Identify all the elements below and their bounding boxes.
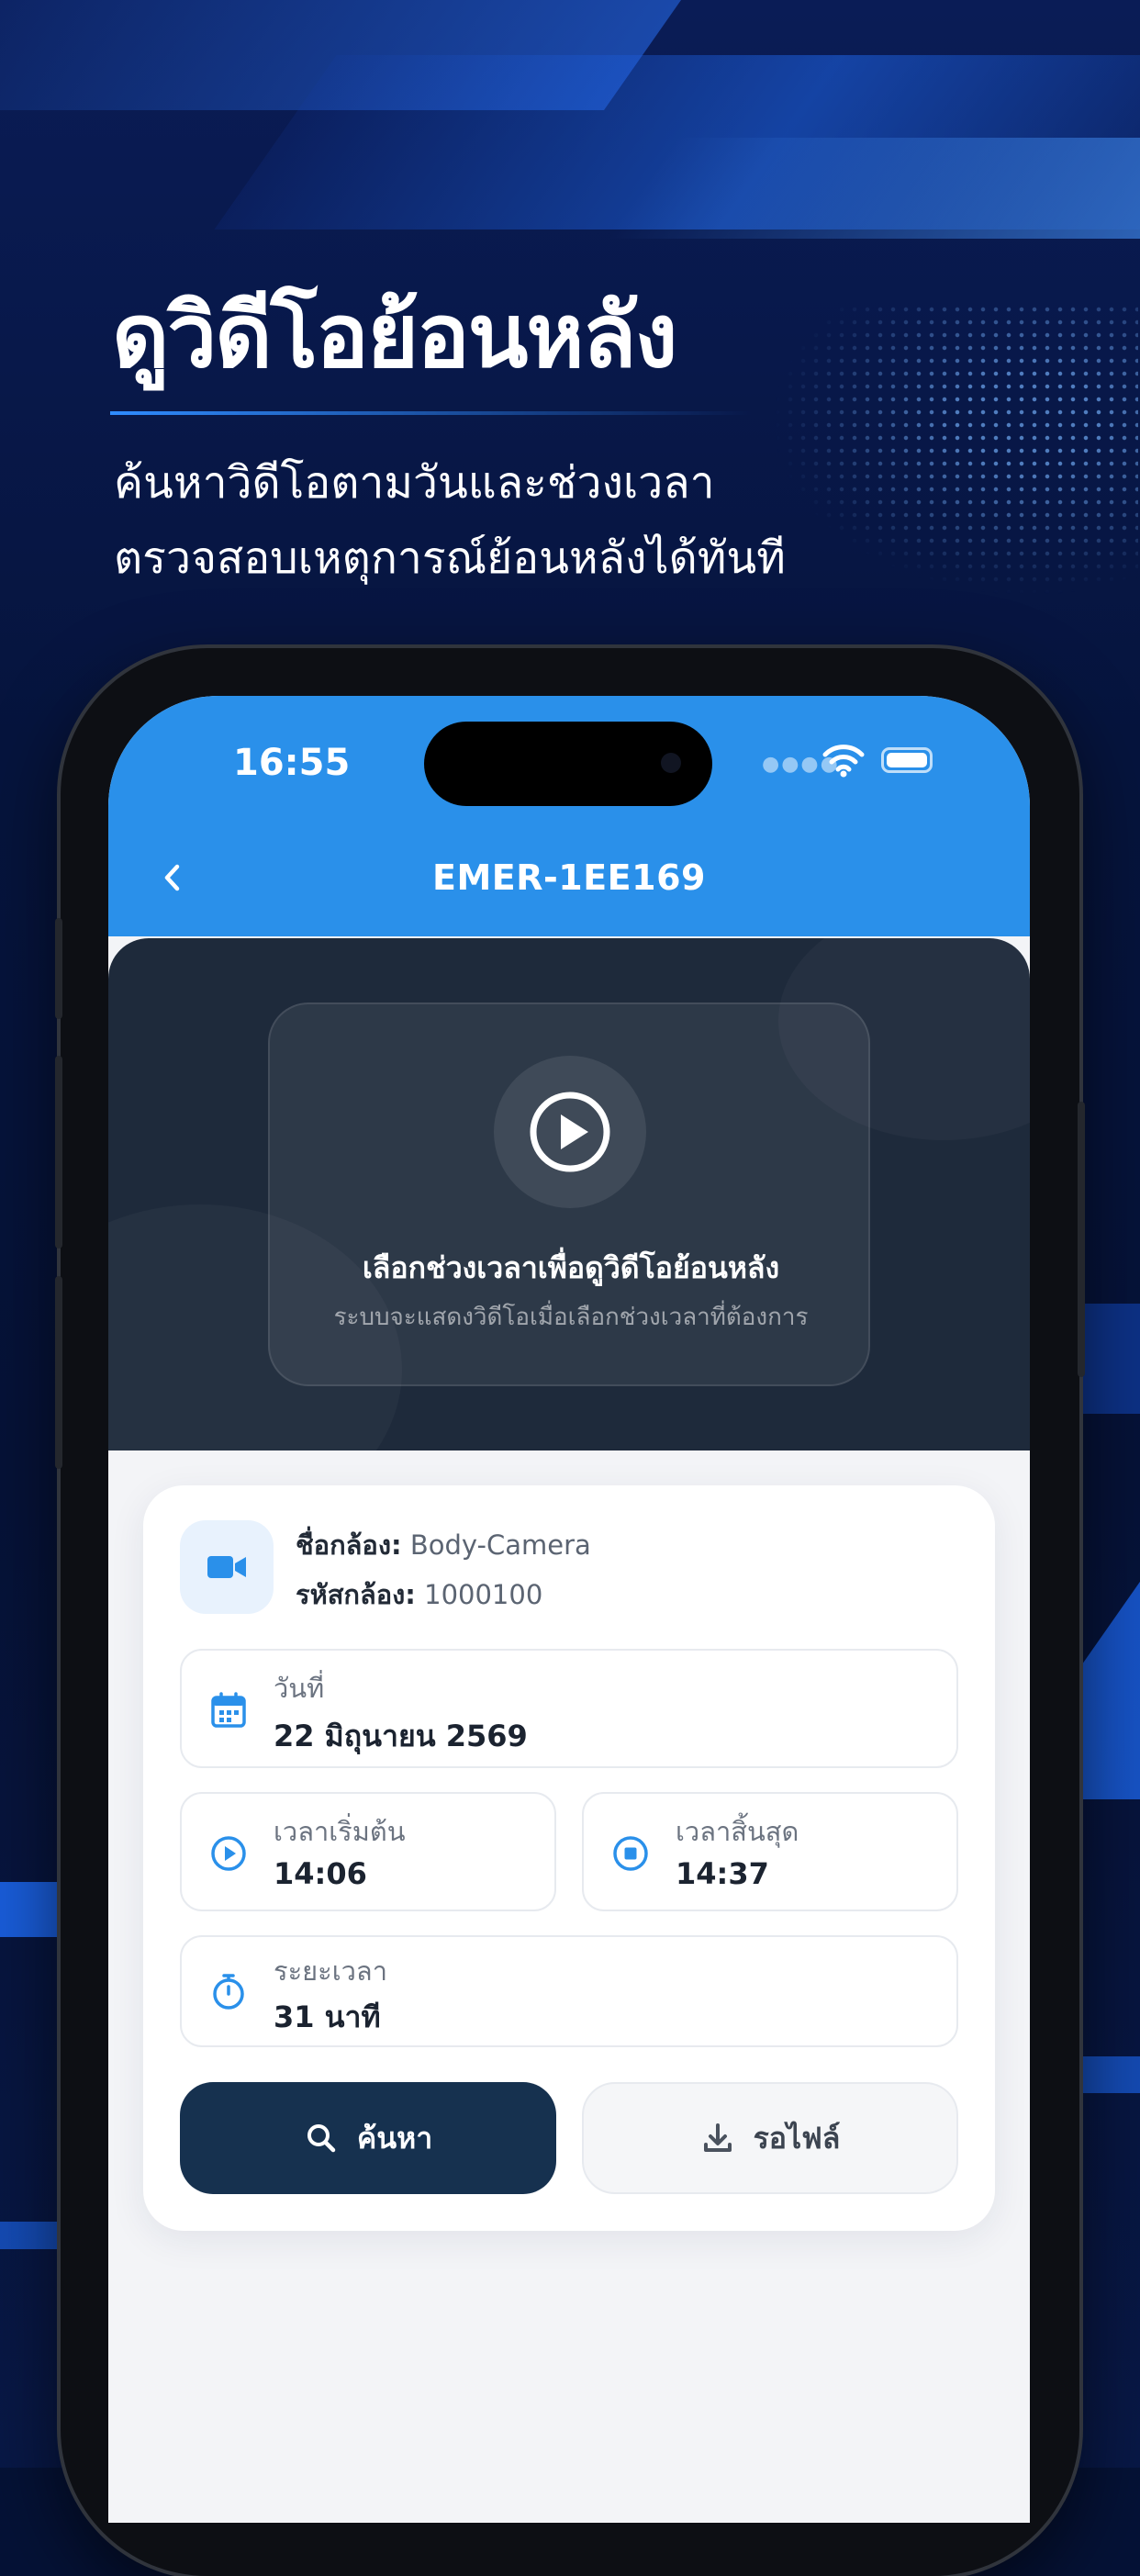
playback-form-card: ชื่อกล้อง: Body-Camera รหัสกล้อง: 100010… <box>143 1485 995 2231</box>
camera-id-value: 1000100 <box>424 1579 543 1610</box>
camera-icon-box <box>180 1520 274 1614</box>
search-button[interactable]: ค้นหา <box>180 2082 556 2194</box>
end-time-field[interactable]: เวลาสิ้นสุด 14:37 <box>582 1792 958 1911</box>
date-value: 22 มิถุนายน 2569 <box>274 1719 528 1753</box>
start-time-value: 14:06 <box>274 1856 367 1891</box>
camera-name-value: Body-Camera <box>409 1529 591 1561</box>
battery-icon <box>881 747 933 773</box>
player-title: เลือกช่วงเวลาเพื่อดูวิดีโอย้อนหลัง <box>362 1250 780 1285</box>
promo-headline: ดูวิดีโอย้อนหลัง <box>112 285 677 387</box>
end-time-label: เวลาสิ้นสุด <box>676 1816 799 1847</box>
promo-subline-2: ตรวจสอบเหตุการณ์ย้อนหลังได้ทันที <box>114 532 786 584</box>
wait-file-button-label: รอไฟล์ <box>753 2120 841 2156</box>
stopwatch-icon <box>213 1974 244 2010</box>
play-circle-icon <box>530 1092 610 1172</box>
date-field[interactable]: วันที่ 22 มิถุนายน 2569 <box>180 1649 958 1768</box>
camera-id-line: รหัสกล้อง: 1000100 <box>296 1574 542 1616</box>
phone-volume-down-button <box>55 1276 62 1469</box>
front-camera <box>661 753 681 773</box>
search-button-label: ค้นหา <box>356 2120 433 2156</box>
duration-value: 31 นาที <box>274 1999 381 2034</box>
phone-power-button <box>1078 1102 1085 1377</box>
player-subtitle: ระบบจะแสดงวิดีโอเมื่อเลือกช่วงเวลาที่ต้อ… <box>333 1304 809 1331</box>
stop-circle-icon <box>613 1836 648 1871</box>
phone-screen: 16:55 ●●●● EMER-1EE169 เลือกช่วงเวลาเพื่… <box>108 696 1030 2523</box>
app-bar: 16:55 ●●●● EMER-1EE169 <box>108 696 1030 936</box>
phone-action-button <box>55 918 62 1019</box>
date-label: วันที่ <box>274 1673 325 1704</box>
promo-subline-1: ค้นหาวิดีโอตามวันและช่วงเวลา <box>114 457 715 509</box>
video-placeholder-card: เลือกช่วงเวลาเพื่อดูวิดีโอย้อนหลัง ระบบจ… <box>268 1002 870 1386</box>
play-circle-icon <box>211 1836 246 1871</box>
video-camera-icon <box>207 1556 246 1578</box>
start-time-field[interactable]: เวลาเริ่มต้น 14:06 <box>180 1792 556 1911</box>
dot-pattern <box>771 303 1138 597</box>
camera-name-line: ชื่อกล้อง: Body-Camera <box>296 1524 591 1566</box>
video-player-area: เลือกช่วงเวลาเพื่อดูวิดีโอย้อนหลัง ระบบจ… <box>108 938 1030 1450</box>
duration-label: ระยะเวลา <box>274 1955 387 1987</box>
phone-volume-up-button <box>55 1056 62 1249</box>
wait-file-button[interactable]: รอไฟล์ <box>582 2082 958 2194</box>
light-streak <box>607 138 1140 239</box>
wifi-icon <box>822 745 865 778</box>
download-icon <box>703 2123 732 2152</box>
duration-field: ระยะเวลา 31 นาที <box>180 1935 958 2047</box>
camera-id-label: รหัสกล้อง: <box>296 1579 416 1610</box>
camera-name-label: ชื่อกล้อง: <box>296 1529 402 1561</box>
calendar-icon <box>211 1692 246 1728</box>
dynamic-island <box>424 722 712 806</box>
end-time-value: 14:37 <box>676 1856 769 1891</box>
status-time: 16:55 <box>233 742 351 784</box>
play-button[interactable] <box>494 1056 646 1208</box>
nav-title: EMER-1EE169 <box>432 857 706 898</box>
start-time-label: เวลาเริ่มต้น <box>274 1816 406 1847</box>
headline-divider <box>110 411 753 415</box>
search-icon <box>307 2124 336 2153</box>
